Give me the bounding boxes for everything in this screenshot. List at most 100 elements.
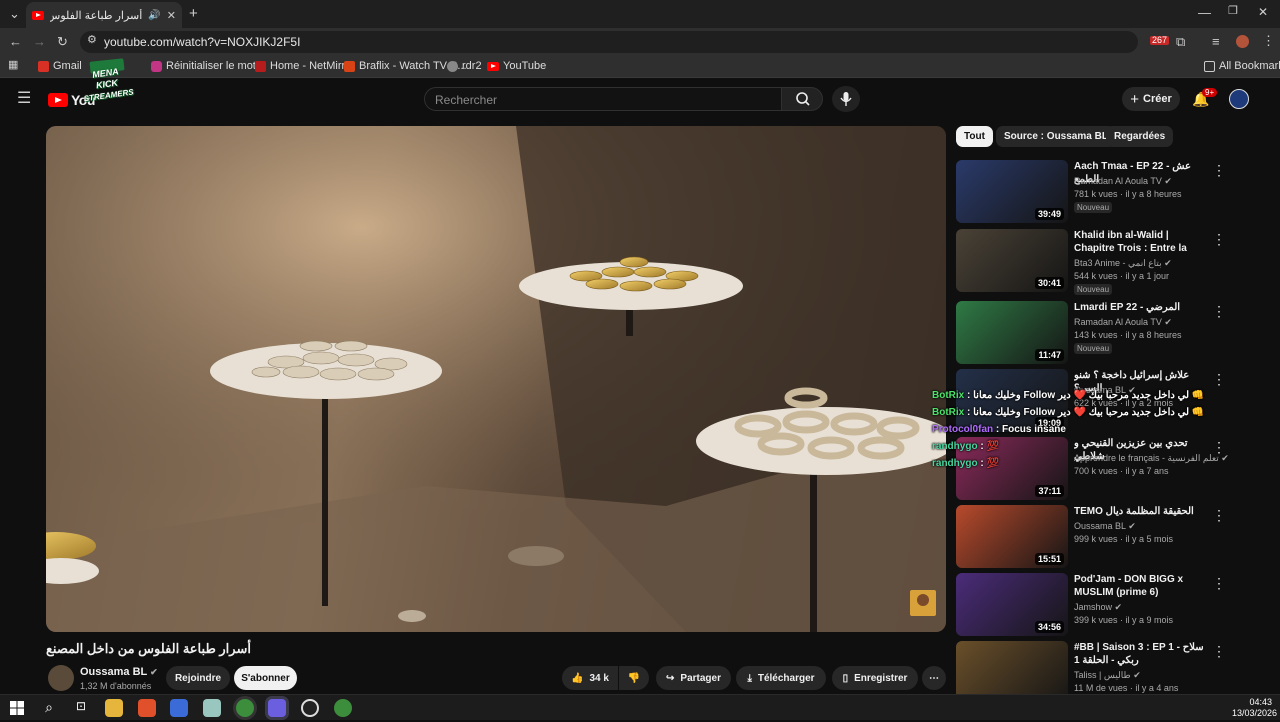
video-thumbnail[interactable]: 30:41 [956,229,1068,292]
tab-search-icon[interactable]: ⌄ [9,7,20,20]
more-options-icon[interactable]: ⋮ [1212,162,1226,179]
recommendation-title[interactable]: Pod'Jam - DON BIGG x MUSLIM (prime 6) [1074,573,1210,599]
chrome-icon[interactable] [236,699,254,717]
video-thumbnail[interactable]: 34:56 [956,573,1068,636]
account-avatar[interactable] [1229,89,1249,109]
instagram-icon [151,60,162,72]
like-button[interactable]: 👍 34 k [562,666,618,690]
chip-watched[interactable]: Regardées [1106,126,1174,147]
more-options-icon[interactable]: ⋮ [1212,231,1226,248]
voice-search-button[interactable] [832,86,860,112]
store-icon[interactable] [170,699,188,717]
recommendation-channel[interactable]: Ramadan Al Aoula TV ✔ [1074,176,1172,187]
chat-text: : Focus insane [995,424,1066,435]
channel-name[interactable]: Oussama BL ✔ [80,666,158,678]
more-options-icon[interactable]: ⋮ [1212,507,1226,524]
minimize-icon[interactable]: — [1198,6,1211,19]
tab-close-icon[interactable]: ✕ [167,9,176,22]
share-button[interactable]: ↪ Partager [656,666,731,690]
overlay-logo-text: MENA KICK STREAMERS [83,66,135,104]
notepad-icon[interactable] [203,699,221,717]
recommendation-item[interactable]: 34:56 Pod'Jam - DON BIGG x MUSLIM (prime … [956,573,1272,636]
more-options-icon[interactable]: ⋮ [1212,371,1226,388]
browser-menu-icon[interactable]: ⋮ [1262,34,1275,47]
site-info-icon[interactable]: ⚙ [87,35,97,46]
chip-source[interactable]: Source : Oussama BL [996,126,1116,147]
join-button[interactable]: Rejoindre [166,666,230,690]
dislike-button[interactable]: 👎 [619,666,649,690]
all-bookmarks[interactable]: All Bookmarks [1204,60,1280,72]
profile-avatar[interactable] [1236,35,1249,48]
more-actions-button[interactable]: ⋯ [922,666,946,690]
new-badge: Nouveau [1074,202,1113,213]
bookmark-rdr2[interactable]: rdr2 [447,60,482,72]
file-explorer-icon[interactable] [105,699,123,717]
task-view-icon[interactable]: ⊡ [72,699,90,717]
search-button[interactable] [781,87,823,111]
more-options-icon[interactable]: ⋮ [1212,439,1226,456]
browser-tab[interactable]: أسرار طباعة الفلوس من (124) 🔊 ✕ [26,2,182,28]
globe-icon [447,60,458,72]
bookmark-gmail[interactable]: Gmail [38,60,82,72]
duration-label: 37:11 [1035,485,1064,497]
recommendation-item[interactable]: 39:49 Aach Tmaa - EP 22 - عش الطمع Ramadan… [956,160,1272,223]
forward-icon[interactable]: → [33,35,46,48]
extension-badge[interactable]: 267 [1150,36,1170,45]
subscribe-button[interactable]: S'abonner [234,666,297,690]
apps-icon[interactable]: ▦ [8,60,18,71]
recommendation-channel[interactable]: Oussama BL ✔ [1074,521,1136,532]
discord-icon[interactable] [268,699,286,717]
recommendation-item[interactable]: 37:11 تحدي بين عزيزين القنيحي و شلاطي Appr… [956,437,1272,500]
gmail-icon [38,60,49,72]
recommendation-channel[interactable]: Taliss | طاليس ✔ [1074,670,1141,681]
more-options-icon[interactable]: ⋮ [1212,575,1226,592]
search-input[interactable]: Rechercher [424,87,782,111]
recommendation-channel[interactable]: Bta3 Anime - بتاع انمي ✔ [1074,258,1172,269]
reload-icon[interactable]: ↻ [57,35,68,48]
recommendation-channel[interactable]: Jamshow ✔ [1074,602,1122,613]
verified-icon: ✔ [1164,176,1172,186]
chrome-secondary-icon[interactable] [334,699,352,717]
recommendation-item[interactable]: 11:47 Lmardi EP 22 - المرضي Ramadan Al Aou… [956,301,1272,364]
system-clock[interactable]: 04:43 13/03/2026 [1232,697,1277,719]
brave-icon[interactable] [138,699,156,717]
video-thumbnail[interactable]: 11:47 [956,301,1068,364]
create-button[interactable]: + Créer [1122,87,1180,111]
channel-avatar[interactable] [48,665,74,691]
download-button[interactable]: ⤓ Télécharger [736,666,826,690]
recommendation-channel[interactable]: Ramadan Al Aoula TV ✔ [1074,317,1172,328]
recommendation-channel[interactable]: Apprendre le français - تعلم الفرنسية ✔ [1074,453,1229,464]
recommendation-meta: 781 k vues · il y a 8 heures [1074,189,1182,199]
address-bar[interactable]: ⚙ youtube.com/watch?v=NOXJIKJ2F5I [80,31,1138,53]
video-thumbnail[interactable]: 15:51 [956,505,1068,568]
recommendation-item[interactable]: 30:41 Khalid ibn al-Walid | Chapitre Troi… [956,229,1272,295]
bookmark-netmirror[interactable]: Home - NetMirror [255,60,355,72]
recommendation-item[interactable]: #BB | Saison 3 : EP 1 - سلاح ربكي - الحل… [956,641,1272,704]
bookmark-youtube[interactable]: YouTube [487,60,546,72]
obs-icon[interactable] [301,699,319,717]
recommendation-title[interactable]: Khalid ibn al-Walid | Chapitre Trois : E… [1074,229,1210,255]
recommendation-title[interactable]: TEMO الحقيقة المظلمة ديال [1074,505,1210,518]
search-taskbar-icon[interactable]: ⌕ [40,699,58,717]
extensions-icon[interactable]: ⧉ [1176,35,1185,48]
bookmark-reset-password[interactable]: Réinitialiser le mot... [151,60,265,72]
save-button[interactable]: ▯ Enregistrer [832,666,918,690]
chip-all[interactable]: Tout [956,126,993,147]
start-icon[interactable] [8,699,26,717]
more-options-icon[interactable]: ⋮ [1212,303,1226,320]
more-options-icon[interactable]: ⋮ [1212,643,1226,660]
video-player[interactable] [46,126,946,632]
recommendation-title[interactable]: Lmardi EP 22 - المرضي [1074,301,1210,314]
audio-icon[interactable]: 🔊 [148,10,160,21]
restore-icon[interactable]: ❐ [1228,6,1238,17]
reading-list-icon[interactable]: ≡ [1212,35,1220,48]
window-close-icon[interactable]: ✕ [1258,6,1268,18]
hamburger-menu-icon[interactable]: ☰ [17,91,31,107]
chat-username: BotRix [932,407,965,418]
verified-icon: ✔ [1128,521,1136,531]
video-thumbnail[interactable]: 39:49 [956,160,1068,223]
recommendation-item[interactable]: 15:51 TEMO الحقيقة المظلمة ديال Oussama BL… [956,505,1272,568]
new-tab-icon[interactable]: + [189,6,198,21]
recommendation-title[interactable]: #BB | Saison 3 : EP 1 - سلاح ربكي - الحل… [1074,641,1210,667]
back-icon[interactable]: ← [9,35,22,48]
